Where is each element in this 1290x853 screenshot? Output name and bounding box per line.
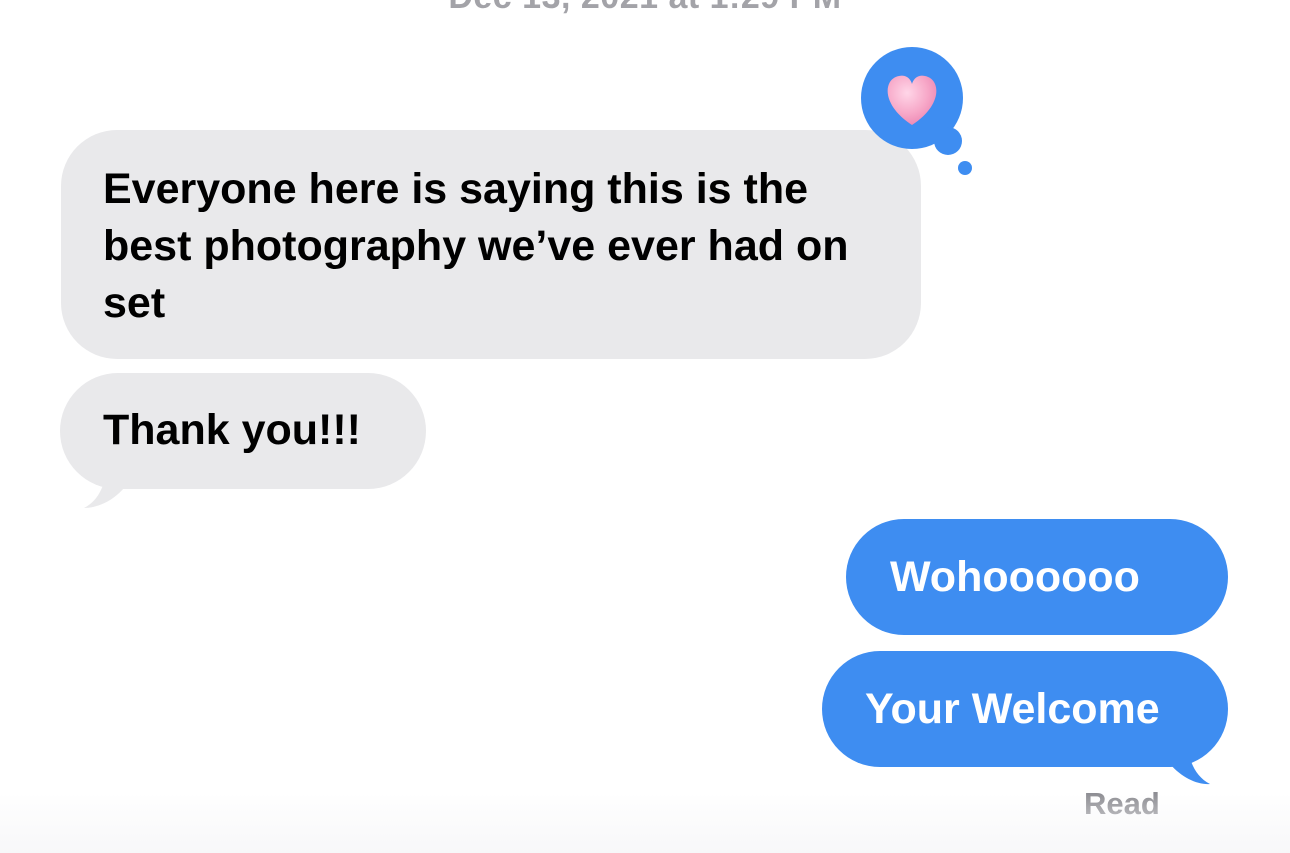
bottom-fade	[0, 793, 1290, 853]
tapback-reaction[interactable]	[861, 47, 973, 179]
incoming-bubble-tail	[84, 462, 124, 508]
message-text: Thank you!!!	[103, 406, 361, 454]
incoming-message-bubble[interactable]: Everyone here is saying this is the best…	[61, 130, 921, 359]
message-text: Everyone here is saying this is the best…	[103, 165, 849, 327]
message-timestamp: Dec 13, 2021 at 1:29 PM	[0, 0, 1290, 17]
conversation-view: Dec 13, 2021 at 1:29 PM Everyone here is…	[0, 0, 1290, 853]
outgoing-bubble-tail	[1170, 738, 1210, 785]
message-text: Wohoooooo	[890, 553, 1140, 601]
outgoing-message-bubble[interactable]: Your Welcome	[822, 651, 1228, 767]
message-text: Your Welcome	[865, 685, 1160, 733]
outgoing-message-bubble[interactable]: Wohoooooo	[846, 519, 1228, 635]
